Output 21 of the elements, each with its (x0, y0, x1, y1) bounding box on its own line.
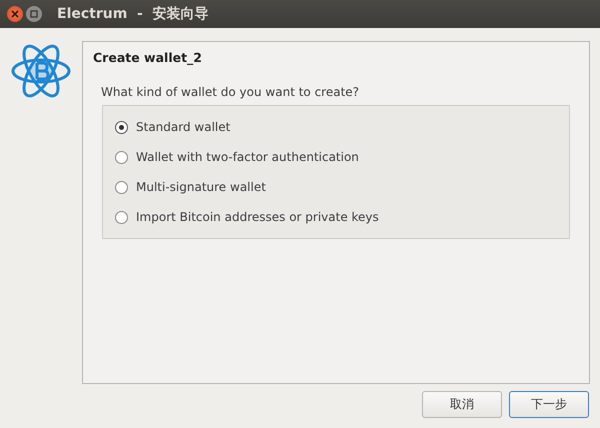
minimize-button[interactable] (26, 6, 42, 22)
option-label: Standard wallet (136, 120, 230, 134)
radio-option[interactable]: Wallet with two-factor authentication (115, 142, 557, 172)
square-icon (30, 10, 38, 18)
radio-button[interactable] (115, 120, 128, 134)
window-title: Electrum - 安装向导 (57, 5, 209, 23)
radio-option[interactable]: Import Bitcoin addresses or private keys (115, 202, 557, 232)
option-label: Wallet with two-factor authentication (136, 150, 359, 164)
radio-option[interactable]: Multi-signature wallet (115, 172, 557, 202)
page-title: Create wallet_2 (93, 50, 204, 65)
option-label: Multi-signature wallet (136, 180, 266, 194)
question-label: What kind of wallet do you want to create? (101, 85, 360, 99)
cancel-button[interactable]: 取消 (422, 391, 502, 418)
radio-button[interactable] (115, 150, 128, 164)
close-icon (11, 10, 19, 18)
radio-button[interactable] (115, 180, 128, 194)
radio-button[interactable] (115, 210, 128, 224)
close-button[interactable] (7, 6, 23, 22)
radio-option[interactable]: Standard wallet (115, 112, 557, 142)
option-label: Import Bitcoin addresses or private keys (136, 210, 379, 224)
next-button[interactable]: 下一步 (509, 391, 589, 418)
